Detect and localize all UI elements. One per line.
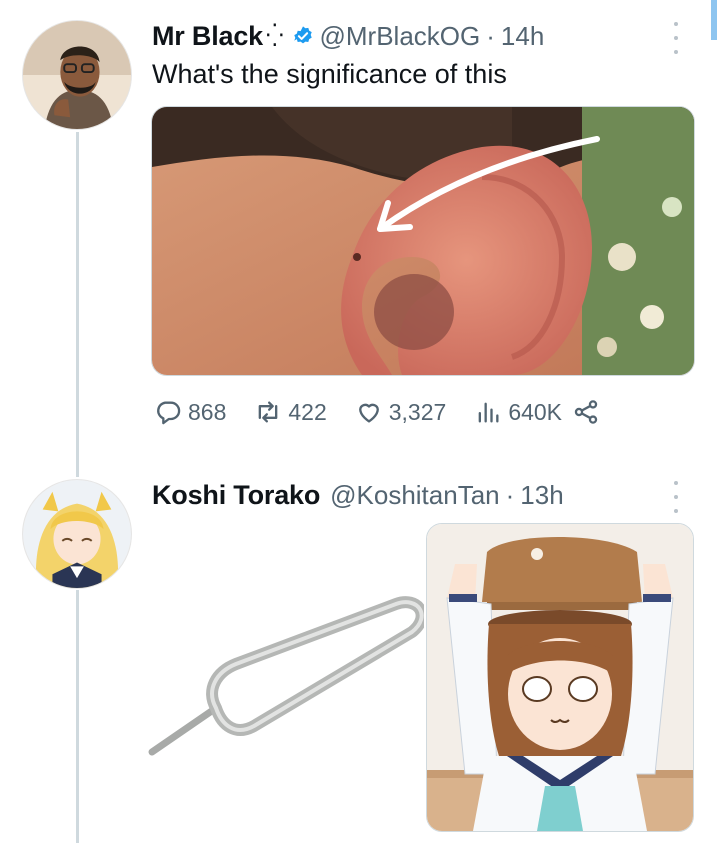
timestamp[interactable]: 13h xyxy=(520,480,563,511)
tweet-text: What's the significance of this xyxy=(152,59,507,89)
tweet-media-ear-photo[interactable] xyxy=(151,106,695,376)
thread-connector-line xyxy=(76,590,79,843)
tweet-header: Koshi Torako @KoshitanTan · 13h xyxy=(152,477,564,513)
tweet-header: Mr Black ⁛ @MrBlackOG · 14h xyxy=(152,18,544,54)
reply-icon xyxy=(157,401,181,425)
repost-count: 422 xyxy=(288,398,327,425)
tweet-media-anime-meme[interactable] xyxy=(426,523,694,832)
tweet-media-sim-pin[interactable] xyxy=(146,540,428,830)
view-count: 640K xyxy=(508,398,563,425)
repost-button[interactable]: 422 xyxy=(254,398,327,426)
more-vertical-icon[interactable] xyxy=(668,18,684,58)
display-name[interactable]: Koshi Torako xyxy=(152,480,320,511)
share-icon xyxy=(574,400,598,424)
heart-icon xyxy=(358,403,379,423)
scroll-edge-indicator xyxy=(711,0,717,40)
reply-button[interactable]: 868 xyxy=(154,398,226,426)
avatar[interactable] xyxy=(22,479,132,589)
more-vertical-icon[interactable] xyxy=(668,477,684,517)
name-suffix: ⁛ xyxy=(265,23,284,48)
verified-badge-icon xyxy=(292,25,314,47)
share-button[interactable] xyxy=(572,398,600,426)
views-bar-icon xyxy=(478,402,499,423)
handle[interactable]: @KoshitanTan xyxy=(330,480,500,511)
reply-count: 868 xyxy=(188,398,227,425)
display-name[interactable]: Mr Black xyxy=(152,21,263,52)
separator-dot: · xyxy=(486,20,495,51)
handle[interactable]: @MrBlackOG xyxy=(320,21,481,52)
like-button[interactable]: 3,327 xyxy=(355,398,447,426)
tweet-actions: 868 422 3,327 640K xyxy=(154,398,628,426)
repost-icon xyxy=(259,401,278,423)
avatar[interactable] xyxy=(22,20,132,130)
separator-dot: · xyxy=(505,479,515,510)
like-count: 3,327 xyxy=(388,398,447,425)
timestamp[interactable]: 14h xyxy=(501,21,544,52)
views-button[interactable]: 640K xyxy=(474,398,562,426)
thread-connector-line xyxy=(76,132,79,477)
